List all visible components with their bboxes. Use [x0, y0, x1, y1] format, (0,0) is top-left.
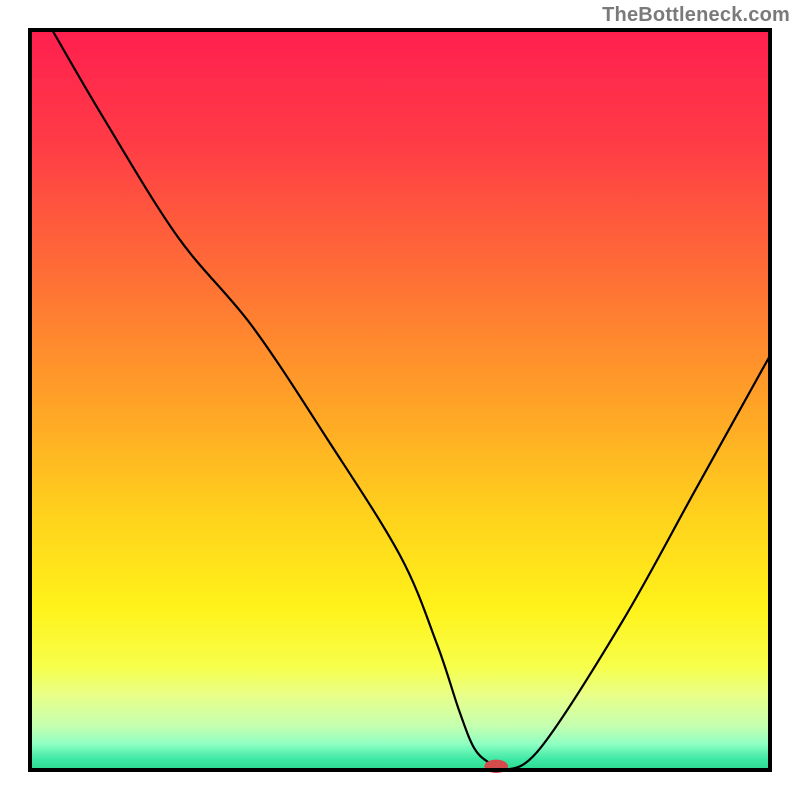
plot-area	[30, 30, 770, 773]
chart-container: TheBottleneck.com	[0, 0, 800, 800]
watermark-label: TheBottleneck.com	[602, 4, 790, 27]
gradient-background	[30, 30, 770, 770]
chart-svg	[0, 0, 800, 800]
